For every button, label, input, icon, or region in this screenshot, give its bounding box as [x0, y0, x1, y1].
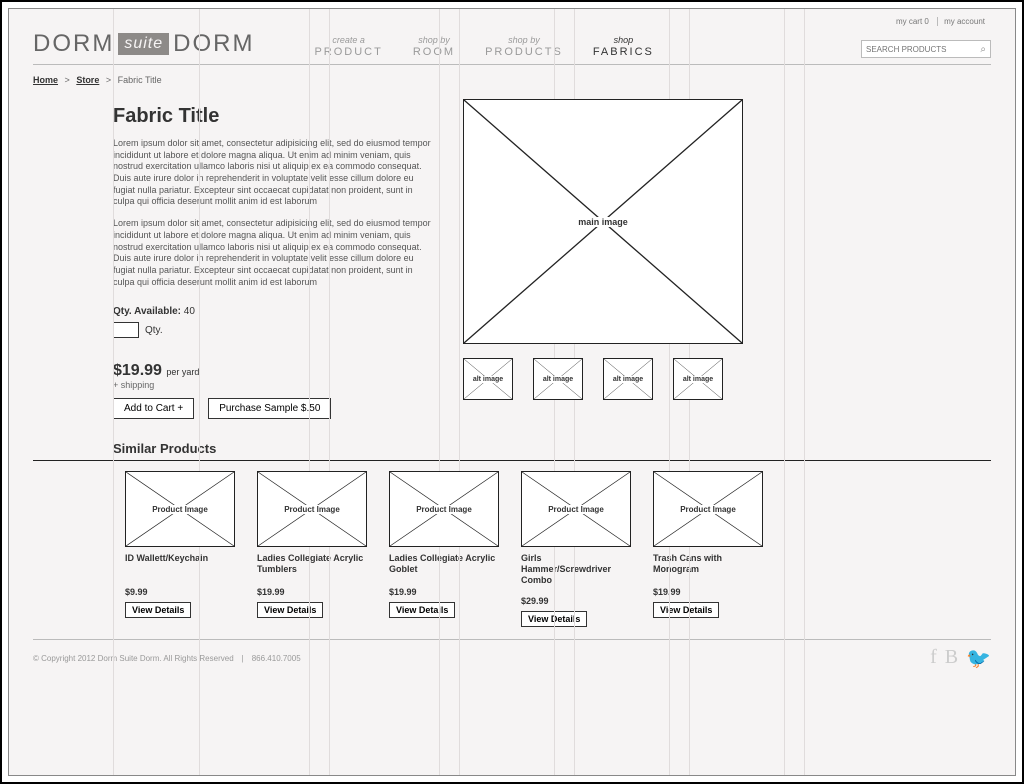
product-name: ID Wallett/Keychain [125, 553, 237, 577]
product-image-placeholder[interactable]: Product Image [653, 471, 763, 547]
footer-phone: 866.410.7005 [252, 654, 301, 663]
product-name: Ladies Collegiate Acrylic Tumblers [257, 553, 369, 577]
page-title: Fabric Title [113, 99, 433, 138]
product-description: Lorem ipsum dolor sit amet, consectetur … [113, 138, 433, 288]
product-image-placeholder[interactable]: Product Image [521, 471, 631, 547]
similar-product-card: Product Image Ladies Collegiate Acrylic … [257, 471, 369, 626]
product-image-placeholder[interactable]: Product Image [389, 471, 499, 547]
breadcrumb-home[interactable]: Home [33, 75, 58, 85]
view-details-button[interactable]: View Details [521, 611, 587, 627]
similar-products-heading: Similar Products [113, 441, 991, 456]
alt-image-thumb[interactable]: alt image [673, 358, 723, 400]
nav-shop-room[interactable]: shop by ROOM [413, 36, 455, 58]
logo-text: Dorm [33, 30, 114, 58]
nav-shop-fabrics[interactable]: shop FABRICS [593, 36, 654, 58]
main-nav: create a PRODUCT shop by ROOM shop by PR… [314, 36, 653, 58]
my-account-link[interactable]: my account [937, 17, 991, 26]
similar-product-card: Product Image ID Wallett/Keychain $9.99 … [125, 471, 237, 626]
product-price: $9.99 [125, 587, 237, 597]
similar-product-card: Product Image Ladies Collegiate Acrylic … [389, 471, 501, 626]
top-utility-bar: my cart 0 my account [33, 17, 991, 28]
breadcrumb-current: Fabric Title [118, 75, 162, 85]
alt-image-thumb[interactable]: alt image [533, 358, 583, 400]
product-price: $19.99 [257, 587, 369, 597]
similar-product-card: Product Image Trash Cans with Monogram $… [653, 471, 765, 626]
view-details-button[interactable]: View Details [653, 602, 719, 618]
qty-available: Qty. Available: 40 [113, 306, 433, 317]
view-details-button[interactable]: View Details [125, 602, 191, 618]
product-price: $19.99 per yard [113, 362, 433, 380]
alt-image-thumb[interactable]: alt image [463, 358, 513, 400]
product-image-placeholder[interactable]: Product Image [125, 471, 235, 547]
site-header: Dorm suite Dorm create a PRODUCT shop by… [33, 28, 991, 65]
thumbnail-row: alt image alt image alt image alt image [463, 358, 991, 400]
product-price: $29.99 [521, 596, 633, 606]
qty-input[interactable] [113, 322, 139, 338]
copyright: © Copyright 2012 Dorm Suite Dorm. All Ri… [33, 654, 234, 663]
similar-product-card: Product Image Girls Hammer/Screwdriver C… [521, 471, 633, 626]
alt-image-thumb[interactable]: alt image [603, 358, 653, 400]
site-footer: © Copyright 2012 Dorm Suite Dorm. All Ri… [33, 639, 991, 671]
view-details-button[interactable]: View Details [389, 602, 455, 618]
purchase-sample-button[interactable]: Purchase Sample $.50 [208, 398, 331, 419]
breadcrumb-store[interactable]: Store [76, 75, 99, 85]
facebook-icon[interactable]: f [930, 646, 937, 671]
site-logo[interactable]: Dorm suite Dorm [33, 30, 254, 58]
logo-text: Dorm [173, 30, 254, 58]
similar-products-row: Product Image ID Wallett/Keychain $9.99 … [33, 471, 991, 626]
twitter-icon[interactable]: 🐦 [966, 646, 991, 671]
product-price: $19.99 [389, 587, 501, 597]
main-product-image: main image [463, 99, 743, 344]
product-price: $19.99 [653, 587, 765, 597]
nav-create-product[interactable]: create a PRODUCT [314, 36, 382, 58]
product-image-placeholder[interactable]: Product Image [257, 471, 367, 547]
search-icon[interactable]: ⌕ [980, 44, 986, 55]
product-name: Girls Hammer/Screwdriver Combo [521, 553, 633, 585]
nav-shop-products[interactable]: shop by PRODUCTS [485, 36, 563, 58]
my-cart-link[interactable]: my cart 0 [890, 17, 935, 26]
breadcrumb: Home > Store > Fabric Title [33, 65, 991, 93]
blogger-icon[interactable]: B [945, 646, 958, 671]
logo-text: suite [118, 33, 169, 55]
search-box[interactable]: ⌕ [861, 40, 991, 58]
add-to-cart-button[interactable]: Add to Cart + [113, 398, 194, 419]
view-details-button[interactable]: View Details [257, 602, 323, 618]
product-name: Ladies Collegiate Acrylic Goblet [389, 553, 501, 577]
product-name: Trash Cans with Monogram [653, 553, 765, 577]
shipping-note: + shipping [113, 380, 433, 390]
qty-label: Qty. [145, 325, 163, 336]
search-input[interactable] [866, 45, 980, 54]
